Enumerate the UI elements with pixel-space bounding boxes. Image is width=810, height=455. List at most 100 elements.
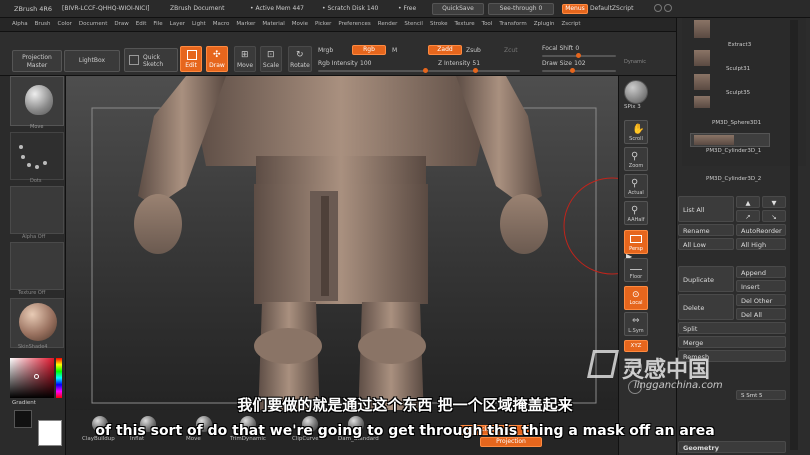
minimize-icon[interactable] <box>664 4 672 12</box>
menu-item-light[interactable]: Light <box>192 21 206 27</box>
list-all-button[interactable]: List All <box>678 196 734 222</box>
local-button[interactable]: ⊙ <box>624 286 648 310</box>
material-selector[interactable] <box>10 298 64 348</box>
subtool-item[interactable]: PM3D_Cylinder3D_1 <box>706 148 761 154</box>
menu-item-brush[interactable]: Brush <box>35 21 51 27</box>
menu-item-stroke[interactable]: Stroke <box>430 21 448 27</box>
belt-shape <box>256 156 426 186</box>
mrgb-toggle[interactable]: Mrgb <box>318 47 333 54</box>
all-high-button[interactable]: All High <box>736 238 786 250</box>
subtool-thumb-icon <box>694 74 710 90</box>
projection-master-button[interactable]: Projection Master <box>12 50 62 72</box>
canvas-viewport[interactable] <box>66 76 618 421</box>
free-mem: • Free <box>398 5 417 12</box>
draw-button[interactable]: ✣ Draw <box>206 46 228 72</box>
menu-item-zscript[interactable]: Zscript <box>561 21 580 27</box>
m-toggle[interactable]: M <box>392 47 397 54</box>
del-other-button[interactable]: Del Other <box>736 294 786 306</box>
z-intensity-label: Z Intensity <box>438 60 471 67</box>
quick-sketch-button[interactable]: Quick Sketch <box>124 48 178 72</box>
subtitle-chinese: 我们要做的就是通过这个东西 把一个区域掩盖起来 <box>237 396 573 414</box>
bpr-sphere-icon[interactable] <box>624 80 648 104</box>
zsub-toggle[interactable]: Zsub <box>466 47 481 54</box>
dot-icon <box>19 145 23 149</box>
menu-item-preferences[interactable]: Preferences <box>338 21 370 27</box>
menu-item-transform[interactable]: Transform <box>499 21 526 27</box>
hue-strip[interactable] <box>56 358 62 398</box>
split-section[interactable]: Split <box>678 322 786 334</box>
menu-item-draw[interactable]: Draw <box>114 21 128 27</box>
insert-button[interactable]: Insert <box>736 280 786 292</box>
subtool-thumb-icon <box>694 135 734 145</box>
stroke-selector[interactable] <box>10 132 64 180</box>
dynamic-toggle[interactable]: Dynamic <box>624 59 646 65</box>
menu-item-edit[interactable]: Edit <box>136 21 147 27</box>
menus-toggle[interactable]: Menus <box>562 4 588 14</box>
move-up-arrow-icon[interactable]: ▲ <box>736 196 760 208</box>
focal-shift-slider[interactable]: Focal Shift 0 <box>542 44 616 58</box>
color-cursor-icon[interactable] <box>34 374 39 379</box>
z-intensity-knob[interactable] <box>472 68 478 73</box>
auto-reorder-button[interactable]: AutoReorder <box>736 224 786 236</box>
menu-item-marker[interactable]: Marker <box>236 21 255 27</box>
draw-size-knob[interactable] <box>570 68 575 73</box>
menu-item-movie[interactable]: Movie <box>292 21 308 27</box>
subtool-item[interactable]: Sculpt31 <box>726 66 750 72</box>
texture-selector[interactable] <box>10 242 64 290</box>
all-low-button[interactable]: All Low <box>678 238 734 250</box>
menu-item-material[interactable]: Material <box>262 21 284 27</box>
color-picker[interactable] <box>10 358 54 398</box>
rename-button[interactable]: Rename <box>678 224 734 236</box>
rgb-toggle[interactable]: Rgb <box>352 45 386 55</box>
menu-item-macro[interactable]: Macro <box>213 21 230 27</box>
see-through-slider[interactable]: See-through 0 <box>488 3 554 15</box>
spix-control[interactable]: SPix 3 <box>624 104 641 110</box>
xyz-toggle[interactable]: XYZ <box>624 340 648 352</box>
move-button[interactable]: ⊞ Move <box>234 46 256 72</box>
menu-item-texture[interactable]: Texture <box>455 21 475 27</box>
actual-icon: ⚲ <box>631 178 639 189</box>
scale-button[interactable]: ⊡ Scale <box>260 46 282 72</box>
append-button[interactable]: Append <box>736 266 786 278</box>
menu-item-layer[interactable]: Layer <box>170 21 185 27</box>
right-tray-scrollbar[interactable] <box>790 20 798 450</box>
geometry-section[interactable]: Geometry <box>678 441 786 453</box>
menu-item-tool[interactable]: Tool <box>482 21 493 27</box>
delete-button[interactable]: Delete <box>678 294 734 320</box>
rgb-intensity-slider[interactable]: Rgb Intensity 100 <box>318 59 428 73</box>
brush-selector[interactable] <box>10 76 64 126</box>
del-all-button[interactable]: Del All <box>736 308 786 320</box>
default-script[interactable]: DefaultZScript <box>590 5 633 12</box>
duplicate-button[interactable]: Duplicate <box>678 266 734 292</box>
merge-section[interactable]: Merge <box>678 336 786 348</box>
subtool-item[interactable]: PM3D_Cylinder3D_2 <box>706 176 761 182</box>
menu-item-zplugin[interactable]: Zplugin <box>534 21 555 27</box>
menu-item-render[interactable]: Render <box>378 21 398 27</box>
edit-button[interactable]: Edit <box>180 46 202 72</box>
menu-item-alpha[interactable]: Alpha <box>12 21 28 27</box>
alpha-selector[interactable] <box>10 186 64 234</box>
subtool-item[interactable]: Extract3 <box>728 42 751 48</box>
rgb-intensity-label: Rgb Intensity <box>318 60 358 67</box>
focal-shift-knob[interactable] <box>576 53 581 58</box>
subtool-item[interactable]: Sculpt35 <box>726 90 750 96</box>
menu-item-color[interactable]: Color <box>58 21 72 27</box>
draw-size-slider[interactable]: Draw Size 102 <box>542 59 616 73</box>
arrow-down-right-icon[interactable]: ↘ <box>762 210 786 222</box>
z-intensity-slider[interactable]: Z Intensity 51 <box>428 59 520 73</box>
lightbox-button[interactable]: LightBox <box>64 50 120 72</box>
menu-item-stencil[interactable]: Stencil <box>404 21 423 27</box>
help-icon[interactable] <box>654 4 662 12</box>
rotate-button[interactable]: ↻ Rotate <box>288 46 312 72</box>
menu-item-picker[interactable]: Picker <box>315 21 331 27</box>
left-knee-shape <box>254 328 322 364</box>
arrow-up-right-icon[interactable]: ↗ <box>736 210 760 222</box>
menu-item-document[interactable]: Document <box>79 21 108 27</box>
zadd-toggle[interactable]: Zadd <box>428 45 462 55</box>
zcut-toggle[interactable]: Zcut <box>504 47 518 54</box>
menu-item-file[interactable]: File <box>153 21 162 27</box>
stroke-label: Dots <box>30 178 42 184</box>
subtool-item[interactable]: PM3D_Sphere3D1 <box>712 120 761 126</box>
move-down-arrow-icon[interactable]: ▼ <box>762 196 786 208</box>
quicksave-button[interactable]: QuickSave <box>432 3 484 15</box>
